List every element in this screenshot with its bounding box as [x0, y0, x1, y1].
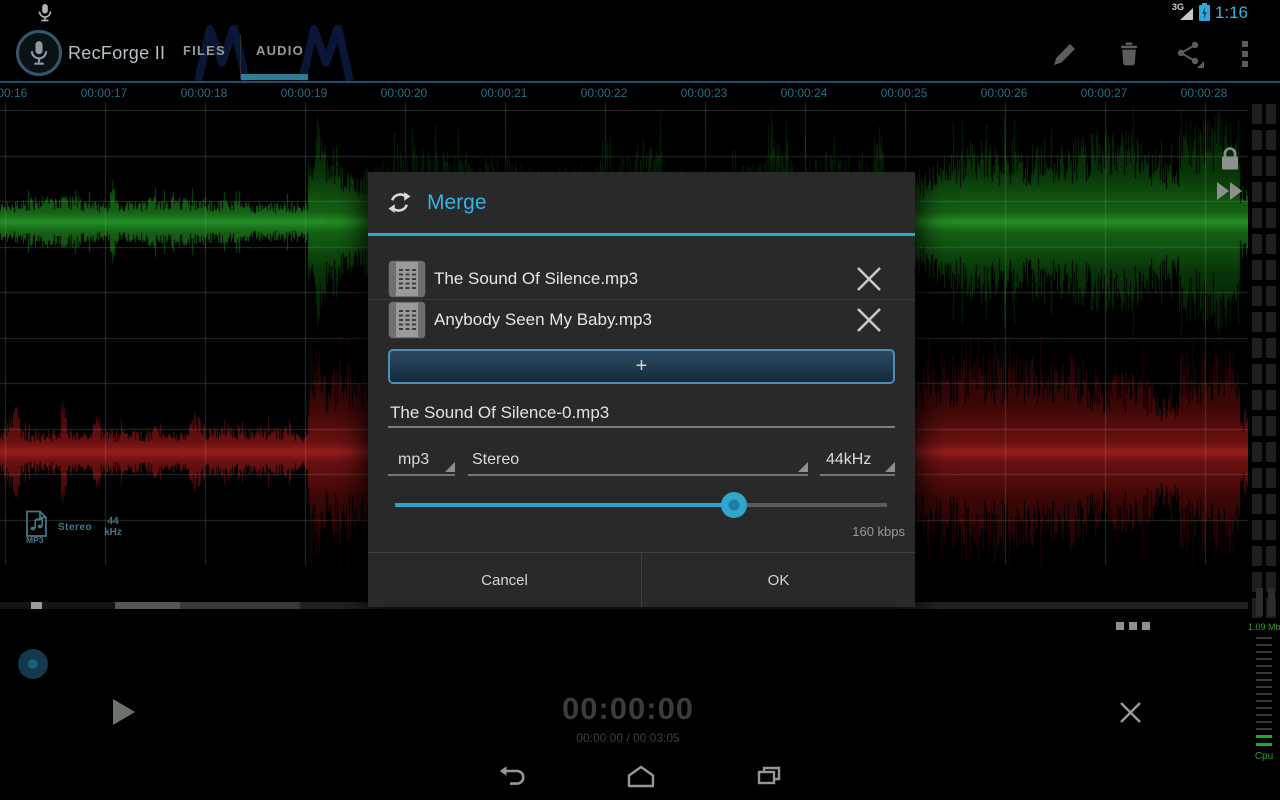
meter-end-bars [1256, 588, 1278, 616]
nav-recents-icon[interactable] [752, 760, 786, 794]
timeline-label: 00:00:16 [0, 86, 27, 100]
record-button[interactable] [18, 649, 48, 679]
timeline-label: 00:00:18 [181, 86, 228, 100]
timeline-label: 00:00:28 [1181, 86, 1228, 100]
timeline-label: 00:00:19 [281, 86, 328, 100]
output-filename-input[interactable] [388, 400, 895, 428]
slider-thumb[interactable] [721, 492, 747, 518]
active-tab-underline [241, 74, 308, 80]
android-nav-bar [0, 752, 1280, 800]
panel-drag-handle[interactable] [1116, 622, 1150, 630]
merge-file-row: The Sound Of Silence.mp3 [368, 258, 915, 299]
tab-divider [240, 35, 241, 79]
samplerate-spinner[interactable]: 44kHz [820, 446, 895, 476]
cancel-button[interactable]: Cancel [368, 553, 641, 607]
record-level-meter [1248, 102, 1280, 620]
badge-channels: Stereo [58, 522, 92, 533]
playback-timer: 00:00:00 00:00:00 / 00:03:05 [468, 691, 788, 745]
scrollbar-segment [180, 602, 300, 609]
timeline-label: 00:00:23 [681, 86, 728, 100]
audio-file-icon [388, 260, 426, 298]
nav-home-icon[interactable] [624, 760, 658, 794]
edit-pencil-icon[interactable] [1050, 39, 1080, 69]
scrollbar-segment [115, 602, 180, 609]
add-file-button[interactable]: + [388, 349, 895, 384]
clock-time: 1:16 [1215, 3, 1248, 23]
app-bar-accent-line [0, 81, 1280, 83]
slider-fill [395, 503, 734, 507]
timeline-label: 00:00:22 [581, 86, 628, 100]
share-icon[interactable] [1174, 39, 1204, 69]
timeline-label: 00:00:17 [81, 86, 128, 100]
app-logo-mic-button[interactable] [16, 30, 62, 76]
app-title: RecForge II [68, 43, 165, 64]
merge-file-row: Anybody Seen My Baby.mp3 [368, 299, 915, 340]
play-button[interactable] [113, 699, 135, 725]
timeline-label: 00:00:20 [381, 86, 428, 100]
dialog-title: Merge [427, 191, 487, 215]
app-bar: RecForge II FILES AUDIO [0, 25, 1280, 83]
badge-samplerate: 44 kHz [104, 516, 122, 538]
mp3-file-icon: MP3 [24, 510, 50, 544]
svg-text:MP3: MP3 [26, 535, 44, 544]
recording-status-icon [36, 3, 54, 23]
merge-file-name: Anybody Seen My Baby.mp3 [434, 310, 855, 330]
player-bar: 00:00:00 00:00:00 / 00:03:05 [0, 611, 1280, 752]
elapsed-time: 00:00:00 [468, 691, 788, 727]
overflow-menu-icon[interactable] [1240, 39, 1250, 69]
nav-back-icon[interactable] [496, 760, 530, 794]
signal-strength-icon [1180, 8, 1193, 20]
tab-audio[interactable]: AUDIO [256, 43, 304, 58]
timeline-label: 00:00:26 [981, 86, 1028, 100]
merge-file-list: The Sound Of Silence.mp3 A [368, 258, 915, 340]
timeline-label: 00:00:25 [881, 86, 928, 100]
merge-dialog: Merge The Sound Of Silence.mp3 [368, 172, 915, 607]
fast-forward-icon[interactable] [1215, 180, 1245, 202]
tab-files[interactable]: FILES [183, 43, 226, 58]
format-badge: MP3 Stereo 44 kHz [24, 510, 122, 544]
scrollbar-thumb[interactable] [31, 602, 42, 609]
status-bar: 3G 1:16 [0, 0, 1280, 25]
position-duration: 00:00:00 / 00:03:05 [468, 731, 788, 745]
merge-sync-icon [386, 189, 413, 216]
spinner-corner-icon [798, 462, 808, 472]
spinner-corner-icon [445, 462, 455, 472]
recforge-screen: 3G 1:16 RecForge II FILES AUDIO [0, 0, 1280, 800]
dialog-title-divider [368, 233, 915, 236]
bitrate-slider[interactable] [395, 490, 887, 520]
file-size-label: 1.09 Mb [1248, 622, 1280, 632]
delete-trash-icon[interactable] [1114, 39, 1144, 69]
close-player-icon[interactable] [1117, 699, 1144, 726]
microphone-icon [28, 40, 50, 66]
timeline-ruler: 00:00:16 00:00:17 00:00:18 00:00:19 00:00:20… [0, 83, 1280, 102]
dialog-button-bar: Cancel OK [368, 552, 915, 607]
merge-file-name: The Sound Of Silence.mp3 [434, 269, 855, 289]
audio-file-icon [388, 301, 426, 339]
cpu-meter-bars [1248, 637, 1280, 746]
timeline-label: 00:00:27 [1081, 86, 1128, 100]
timeline-label: 00:00:24 [781, 86, 828, 100]
lock-icon[interactable] [1217, 145, 1243, 173]
remove-file-icon[interactable] [855, 265, 883, 293]
timeline-label: 00:00:21 [481, 86, 528, 100]
merge-dialog-header: Merge [368, 172, 915, 233]
format-spinner[interactable]: mp3 [388, 446, 455, 476]
battery-charging-icon [1199, 5, 1210, 21]
ok-button[interactable]: OK [641, 553, 915, 607]
bitrate-value-label: 160 kbps [852, 524, 905, 539]
remove-file-icon[interactable] [855, 306, 883, 334]
channels-spinner[interactable]: Stereo [468, 446, 808, 476]
spinner-corner-icon [885, 462, 895, 472]
